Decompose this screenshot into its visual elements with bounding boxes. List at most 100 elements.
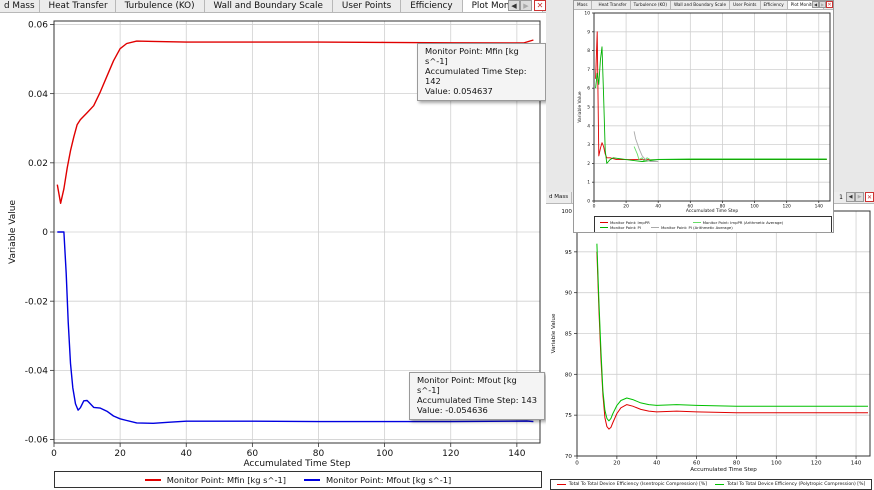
tab-efficiency[interactable]: Efficiency xyxy=(401,0,463,12)
x-tick-label: 40 xyxy=(655,203,661,209)
y-tick-label: 80 xyxy=(565,372,573,378)
x-tick-label: 40 xyxy=(653,461,661,467)
tab-scroll-left-button[interactable]: ◀ xyxy=(508,0,520,11)
chevron-left-icon: ◀ xyxy=(813,1,818,7)
close-icon: ✕ xyxy=(866,193,873,201)
y-tick-label: 90 xyxy=(565,291,573,297)
tab-heat-transfer[interactable]: Heat Transfer xyxy=(40,0,116,12)
tab-scroll-right-button[interactable]: ▶ xyxy=(520,0,532,11)
legend-label-pi-avg: Monitor Point: PI (Arithmetic Average) xyxy=(660,225,733,230)
series-line-4 xyxy=(633,131,659,162)
tab-user-points[interactable]: User Points xyxy=(333,0,402,12)
series-line-3 xyxy=(595,46,827,164)
legend-swatch-polytropic xyxy=(715,484,725,485)
y-tick-label: 70 xyxy=(565,454,573,460)
y-tick-label: 75 xyxy=(565,413,573,419)
y-tick-label: 8 xyxy=(587,48,590,54)
tab-efficiency[interactable]: Efficiency xyxy=(761,1,788,9)
y-tick-label: 4 xyxy=(587,123,590,129)
pressure-tab-nav: ◀ ▶ ✕ xyxy=(812,1,833,8)
legend-swatch-mfin xyxy=(144,478,161,481)
tooltip-mfout-line3: Value: -0.054636 xyxy=(417,404,488,415)
x-tick-label: 60 xyxy=(693,461,701,467)
chevron-right-icon: ▶ xyxy=(820,1,825,7)
legend-label-pi: Monitor Point: PI xyxy=(610,225,641,230)
series-line-1 xyxy=(596,251,868,430)
x-tick-label: 100 xyxy=(376,449,393,459)
x-tick-label: 140 xyxy=(815,203,824,209)
tab-wall-boundary-scale[interactable]: Wall and Boundary Scale xyxy=(205,0,333,12)
pressure-chart: 0 20 40 60 80 100 120 140109876543210Accumulate… xyxy=(577,11,831,214)
y-tick-label: -0.06 xyxy=(25,436,49,446)
y-tick-label: 0.02 xyxy=(28,159,48,169)
close-window-button[interactable]: ✕ xyxy=(826,1,833,8)
chevron-right-icon: ▶ xyxy=(857,193,862,200)
x-axis-label: Accumulated Time Step xyxy=(690,467,757,473)
tab-user-points[interactable]: User Points xyxy=(730,1,761,9)
tab-scroll-right-button[interactable]: ▶ xyxy=(855,192,864,202)
y-tick-label: 0 xyxy=(587,199,590,205)
close-window-button[interactable]: ✕ xyxy=(865,192,874,202)
tab-scroll-right-button[interactable]: ▶ xyxy=(819,1,826,8)
x-tick-label: 80 xyxy=(313,449,325,459)
tooltip-mfout-line1: Monitor Point: Mfout [kg s^-1] xyxy=(417,375,517,395)
tab-mass[interactable]: Mass xyxy=(574,1,592,9)
legend-item-mfin: Monitor Point: Mfin [kg s^-1] xyxy=(144,474,286,485)
y-tick-label: 9 xyxy=(587,29,590,35)
x-tick-label: 120 xyxy=(442,449,459,459)
y-tick-label: -0.04 xyxy=(25,367,49,377)
tab-scroll-left-button[interactable]: ◀ xyxy=(812,1,819,8)
legend-item-isentropic: Total To Total Device Efficiency (Isentr… xyxy=(556,482,707,487)
y-tick-label: 10 xyxy=(584,11,590,17)
y-tick-label: 0.04 xyxy=(28,90,48,100)
efficiency-chart: 0 20 40 60 80 100 120 140 100 95 90 85 80 75 70 Accumul… xyxy=(551,209,871,473)
tooltip-mfout: Monitor Point: Mfout [kg s^-1] Accumulat… xyxy=(409,372,545,420)
legend-item-pi-avg: Monitor Point: PI (Arithmetic Average) xyxy=(650,225,733,230)
tab-turbulence[interactable]: Turbulence (KO) xyxy=(631,1,671,9)
efficiency-tab-nav: 1 ◀ ▶ ✕ xyxy=(839,192,874,203)
pressure-legend: Monitor Point: ImpPR Monitor Point: ImpP… xyxy=(594,216,832,232)
y-axis-label: Variable Value xyxy=(577,91,583,123)
close-icon: ✕ xyxy=(536,0,544,10)
x-tick-label: 120 xyxy=(782,203,791,209)
tooltip-mfin-line3: Value: 0.054637 xyxy=(425,85,493,96)
tab-mass[interactable]: d Mass xyxy=(546,192,573,203)
y-tick-label: 1 xyxy=(587,180,590,186)
x-tick-label: 140 xyxy=(508,449,525,459)
x-tick-label: 20 xyxy=(114,449,126,459)
main-tab-nav: ◀ ▶ ✕ xyxy=(508,0,546,11)
x-tick-label: 0 xyxy=(51,449,57,459)
tab-heat-transfer[interactable]: Heat Transfer xyxy=(592,1,631,9)
chevron-left-icon: ◀ xyxy=(848,193,853,200)
x-axis-label: Accumulated Time Step xyxy=(243,459,350,469)
x-tick-label: 0 xyxy=(593,203,596,209)
main-window: d Mass Heat Transfer Turbulence (KO) Wall a… xyxy=(0,0,546,490)
tooltip-mfin-line2: Accumulated Time Step: 142 xyxy=(425,65,527,86)
x-tick-label: 0 xyxy=(575,461,579,467)
chevron-left-icon: ◀ xyxy=(511,1,517,10)
x-tick-label: 20 xyxy=(623,203,629,209)
tab-mass[interactable]: d Mass xyxy=(0,0,40,12)
y-tick-label: 0.06 xyxy=(28,21,48,31)
y-tick-label: 2 xyxy=(587,161,590,167)
y-tick-label: 95 xyxy=(565,250,573,256)
tab-scroll-left-button[interactable]: ◀ xyxy=(846,192,855,202)
y-tick-label: -0.02 xyxy=(25,297,48,307)
x-tick-label: 100 xyxy=(750,203,759,209)
y-axis-label: Variable Value xyxy=(8,200,18,264)
legend-label-polytropic: Total To Total Device Efficiency (Polytr… xyxy=(727,482,866,487)
tooltip-mfin: Monitor Point: Mfin [kg s^-1] Accumulate… xyxy=(417,43,546,101)
x-tick-label: 60 xyxy=(247,449,259,459)
legend-label-mfin: Monitor Point: Mfin [kg s^-1] xyxy=(166,474,286,485)
efficiency-legend: Total To Total Device Efficiency (Isentr… xyxy=(550,479,872,490)
legend-item-pi: Monitor Point: PI xyxy=(600,225,641,230)
efficiency-window: d Mass 1 ◀ ▶ ✕ 0 20 40 60 80 100 120 140 100 95 90… xyxy=(546,192,874,490)
tab-plot-monitor-fragment[interactable]: 1 xyxy=(839,192,843,203)
tab-wall-boundary-scale[interactable]: Wall and Boundary Scale xyxy=(671,1,731,9)
y-tick-label: 7 xyxy=(587,67,590,73)
tab-turbulence[interactable]: Turbulence (KO) xyxy=(116,0,205,12)
y-tick-label: 5 xyxy=(587,105,590,111)
pressure-window: Mass Heat Transfer Turbulence (KO) Wall and… xyxy=(573,0,834,233)
close-window-button[interactable]: ✕ xyxy=(534,0,546,11)
legend-swatch-imppr xyxy=(600,222,608,223)
